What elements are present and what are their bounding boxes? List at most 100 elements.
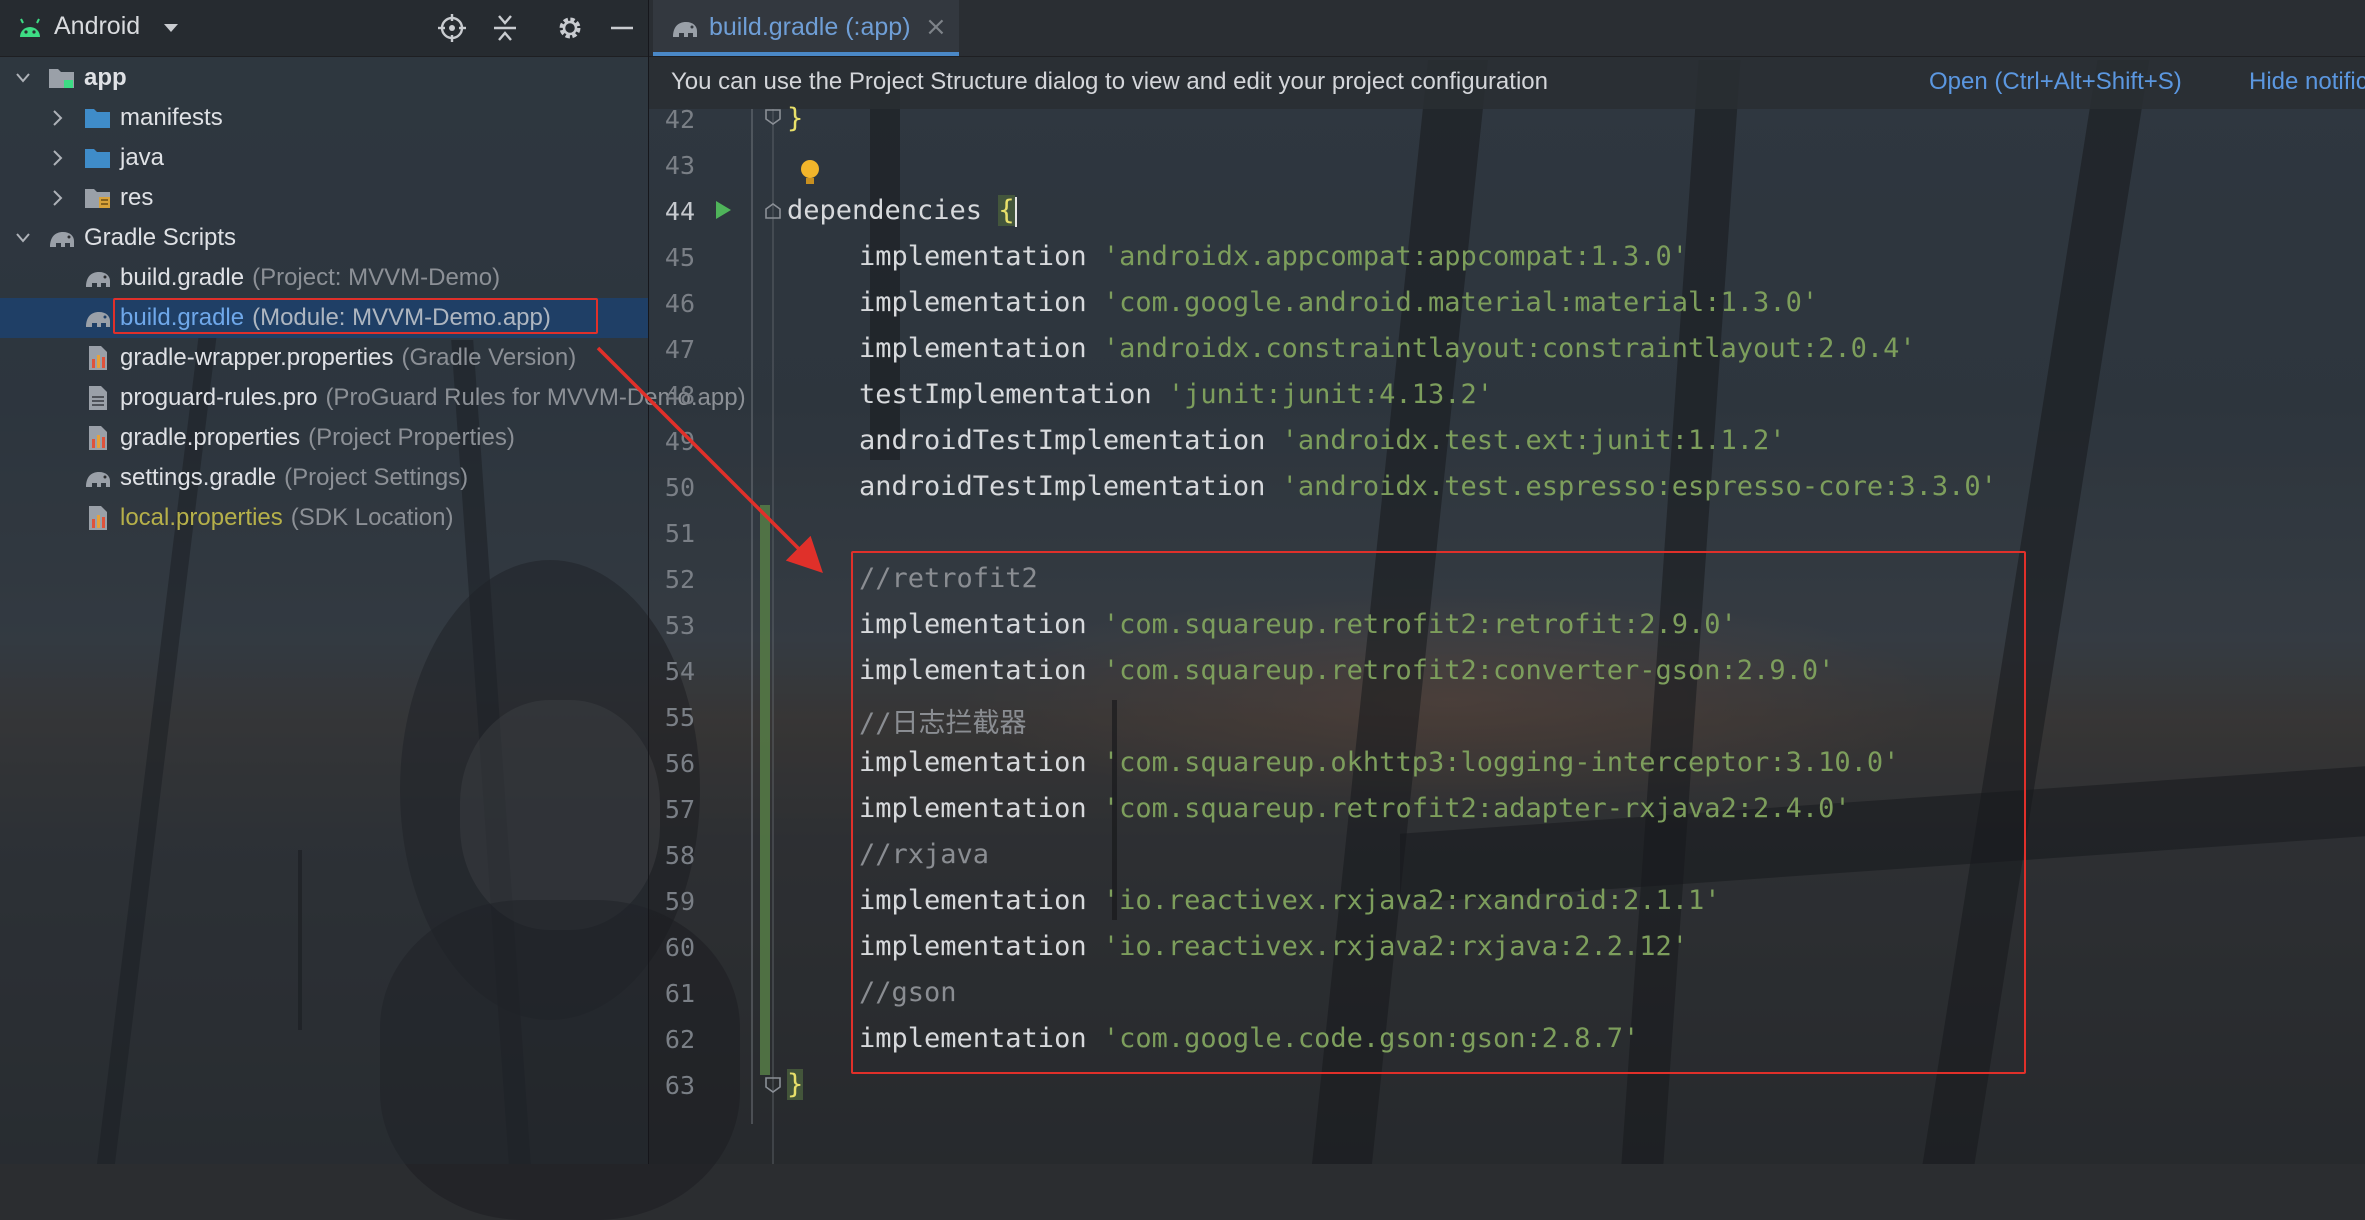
line-number: 51 xyxy=(664,519,695,548)
chevron-down-icon[interactable] xyxy=(163,23,179,33)
tree-item-manifests[interactable]: manifests xyxy=(0,98,648,138)
tree-item-label: app xyxy=(84,64,127,91)
line-number: 52 xyxy=(664,565,695,594)
line-number: 58 xyxy=(664,841,695,870)
tree-item-gradle-scripts[interactable]: Gradle Scripts xyxy=(0,218,648,258)
tree-item-res[interactable]: res xyxy=(0,178,648,218)
code-line: 42 } xyxy=(649,97,2365,143)
minimize-icon[interactable] xyxy=(608,14,636,42)
tree-item-label: java xyxy=(120,144,165,171)
dependency-string: 'androidx.appcompat:appcompat:1.3.0' xyxy=(1102,241,1689,272)
text-file-icon xyxy=(89,386,107,410)
closing-brace: } xyxy=(787,103,804,134)
code-line: 47 implementation 'androidx.constraintla… xyxy=(649,327,2365,373)
resource-folder-icon xyxy=(85,189,110,208)
line-number: 59 xyxy=(664,887,695,916)
keyword: dependencies xyxy=(787,195,999,226)
dependency-string: 'androidx.constraintlayout:constraintlay… xyxy=(1102,333,1916,364)
collapse-all-icon[interactable] xyxy=(491,14,519,42)
hide-notification-link[interactable]: Hide notification xyxy=(2249,68,2365,96)
line-number: 55 xyxy=(664,703,695,732)
gear-icon[interactable] xyxy=(556,14,584,42)
project-view-selector[interactable]: Android xyxy=(54,12,140,41)
code-line: 46 implementation 'com.google.android.ma… xyxy=(649,281,2365,327)
closing-brace: } xyxy=(787,1069,804,1100)
line-number: 63 xyxy=(664,1071,695,1100)
tree-item-app[interactable]: app xyxy=(0,58,648,98)
tree-item-label: build.gradle (Project: MVVM-Demo) xyxy=(120,264,501,291)
line-number: 42 xyxy=(664,105,695,134)
line-number: 56 xyxy=(664,749,695,778)
gradle-elephant-icon xyxy=(86,272,110,287)
tree-item-local-properties[interactable]: local.properties (SDK Location) xyxy=(0,498,648,538)
dependency-string: 'junit:junit:4.13.2' xyxy=(1167,379,1493,410)
line-number: 60 xyxy=(664,933,695,962)
code-line: 50 androidTestImplementation 'androidx.t… xyxy=(649,465,2365,511)
module-folder-icon xyxy=(49,69,74,88)
dependency-string: 'androidx.test.espresso:espresso-core:3.… xyxy=(1281,471,1997,502)
line-number: 44 xyxy=(664,197,695,226)
code-line: 48 testImplementation 'junit:junit:4.13.… xyxy=(649,373,2365,419)
keyword: testImplementation xyxy=(859,379,1168,410)
notification-text: You can use the Project Structure dialog… xyxy=(671,68,1548,95)
code-line-current: 44 dependencies { xyxy=(649,189,2365,235)
line-number: 49 xyxy=(664,427,695,456)
opening-brace: { xyxy=(998,195,1015,226)
lightbulb-icon[interactable] xyxy=(799,158,821,188)
line-number: 50 xyxy=(664,473,695,502)
gradle-elephant-icon xyxy=(50,232,74,247)
gradle-elephant-icon xyxy=(86,312,110,327)
tree-item-label: gradle.properties (Project Properties) xyxy=(120,424,515,451)
tab-label: build.gradle (:app) xyxy=(709,13,911,41)
open-project-structure-link[interactable]: Open (Ctrl+Alt+Shift+S) xyxy=(1929,68,2182,96)
fold-icon[interactable] xyxy=(764,108,782,126)
keyword: implementation xyxy=(859,333,1103,364)
editor-tab-bar: build.gradle (:app) × xyxy=(649,0,2365,57)
tree-item-proguard-rules[interactable]: proguard-rules.pro (ProGuard Rules for MV… xyxy=(0,378,746,418)
keyword: implementation xyxy=(859,287,1103,318)
tree-item-label: Gradle Scripts xyxy=(84,224,237,251)
line-number: 57 xyxy=(664,795,695,824)
chevron-down-icon[interactable] xyxy=(16,70,30,86)
properties-file-icon xyxy=(89,506,107,530)
fold-icon[interactable] xyxy=(764,202,782,220)
line-number: 53 xyxy=(664,611,695,640)
dependency-string: 'com.google.android.material:material:1.… xyxy=(1102,287,1819,318)
line-number: 46 xyxy=(664,289,695,318)
chevron-right-icon[interactable] xyxy=(50,110,64,126)
tab-build-gradle-app[interactable]: build.gradle (:app) × xyxy=(653,0,959,56)
code-line: 45 implementation 'androidx.appcompat:ap… xyxy=(649,235,2365,281)
fold-icon[interactable] xyxy=(764,1076,782,1094)
tree-item-label: local.properties (SDK Location) xyxy=(120,504,454,531)
tree-item-settings-gradle[interactable]: settings.gradle (Project Settings) xyxy=(0,458,648,498)
dependency-string: 'androidx.test.ext:junit:1.1.2' xyxy=(1281,425,1786,456)
line-number: 48 xyxy=(664,381,695,410)
tree-item-build-gradle-project[interactable]: build.gradle (Project: MVVM-Demo) xyxy=(0,258,648,298)
line-number: 61 xyxy=(664,979,695,1008)
locate-target-icon[interactable] xyxy=(438,14,466,42)
properties-file-icon xyxy=(89,426,107,450)
code-line: 43 xyxy=(649,143,2365,189)
annotation-box-new-dependencies xyxy=(851,551,2026,1074)
close-icon[interactable]: × xyxy=(925,12,947,42)
folder-icon xyxy=(85,109,110,128)
tree-item-label: gradle-wrapper.properties (Gradle Version… xyxy=(120,344,577,371)
line-number: 47 xyxy=(664,335,695,364)
run-icon[interactable] xyxy=(713,199,733,221)
chevron-right-icon[interactable] xyxy=(50,150,64,166)
keyword: androidTestImplementation xyxy=(859,471,1282,502)
properties-file-icon xyxy=(89,346,107,370)
chevron-down-icon[interactable] xyxy=(16,230,30,246)
line-number: 54 xyxy=(664,657,695,686)
tree-item-java[interactable]: java xyxy=(0,138,648,178)
gradle-elephant-icon xyxy=(86,472,110,487)
annotation-box-selected-file xyxy=(113,298,598,334)
android-icon xyxy=(20,18,40,37)
project-panel: Android app manifests java res Gradle Sc… xyxy=(0,0,746,1164)
line-number: 43 xyxy=(664,151,695,180)
tree-item-gradle-wrapper-properties[interactable]: gradle-wrapper.properties (Gradle Version… xyxy=(0,338,648,378)
text-cursor xyxy=(1014,196,1017,227)
tree-item-gradle-properties[interactable]: gradle.properties (Project Properties) xyxy=(0,418,648,458)
line-number: 62 xyxy=(664,1025,695,1054)
chevron-right-icon[interactable] xyxy=(50,190,64,206)
